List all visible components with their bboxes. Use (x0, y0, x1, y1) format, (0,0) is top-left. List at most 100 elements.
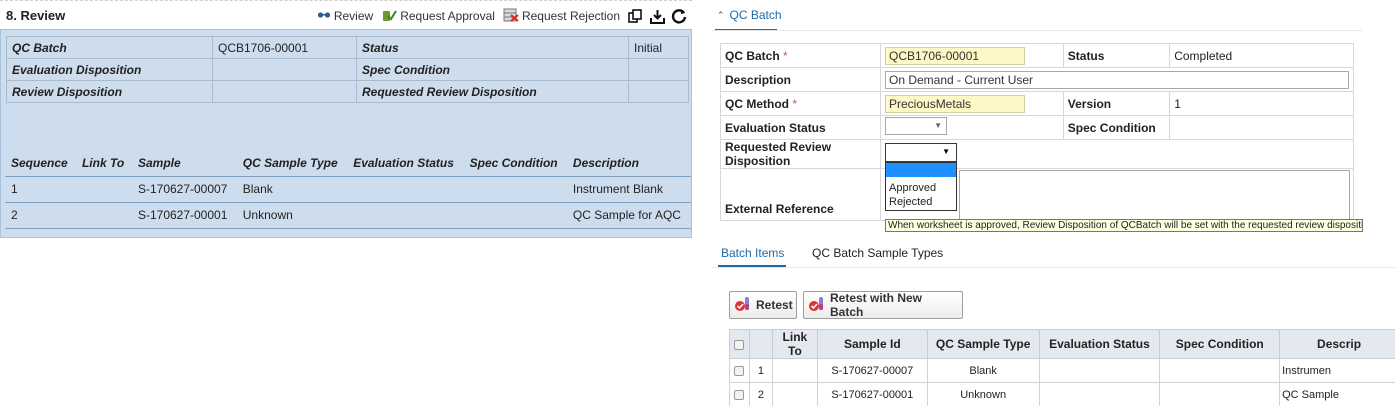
row-select-cell[interactable] (729, 358, 750, 383)
table-row[interactable]: 1 S-170627-00007 Blank Instrumen (729, 358, 1395, 383)
request-rejection-label: Request Rejection (521, 9, 620, 23)
review-button-label: Review (333, 9, 374, 23)
status-label: Status (1062, 43, 1171, 68)
cell-qc-sample-type: Unknown (926, 382, 1040, 406)
review-title: 8. Review (6, 8, 66, 23)
retest-button[interactable]: Retest (729, 291, 797, 319)
approval-icon (381, 8, 400, 25)
info-label: Review Disposition (6, 80, 213, 103)
cell-qc-sample-type: Blank (236, 176, 348, 203)
select-all-checkbox[interactable] (734, 339, 745, 350)
tab-batch-items[interactable]: Batch Items (721, 246, 784, 260)
cell-sample-id: S-170627-00007 (816, 358, 928, 383)
request-rejection-button[interactable]: Request Rejection (499, 5, 624, 27)
table-row[interactable]: 2 S-170627-00001 Unknown QC Sample (729, 382, 1395, 406)
tab-active-underline (718, 265, 786, 267)
dropdown-option-approved[interactable]: Approved (886, 182, 956, 196)
column-header (748, 329, 773, 359)
info-value (628, 80, 689, 103)
table-row[interactable]: 2 S-170627-00001 Unknown QC Sample for AQC (5, 202, 691, 229)
row-select-cell[interactable] (729, 382, 750, 406)
refresh-icon[interactable] (668, 5, 690, 27)
column-header: Link To (771, 329, 818, 359)
tab-qc-batch-sample-types[interactable]: QC Batch Sample Types (812, 246, 943, 260)
request-approval-label: Request Approval (400, 9, 495, 23)
chevron-down-icon: ▼ (934, 121, 942, 130)
qc-batch-field[interactable]: QCB1706-00001 (885, 46, 1025, 65)
description-label: Description (720, 67, 881, 92)
dropdown-option-blank[interactable] (886, 163, 956, 177)
chevron-down-icon: ▼ (942, 147, 950, 156)
external-reference-textarea[interactable] (959, 170, 1350, 220)
cell-sample-id: S-170627-00001 (816, 382, 928, 406)
qc-batch-section-toggle[interactable]: ⌃ QC Batch (717, 0, 782, 30)
info-row: QC Batch QCB1706-00001 Status Initial (6, 36, 689, 59)
row-checkbox[interactable] (734, 389, 745, 400)
required-marker: * (783, 48, 788, 63)
cell-spec-condition (463, 176, 567, 203)
review-button[interactable]: Review (313, 5, 377, 27)
qc-batch-section-title: QC Batch (729, 8, 782, 22)
info-value (212, 58, 357, 81)
status-value: Completed (1169, 43, 1354, 68)
info-label: Spec Condition (356, 58, 629, 81)
retest-with-new-batch-button[interactable]: Retest with New Batch (803, 291, 963, 319)
chevron-up-icon: ⌃ (717, 9, 725, 20)
table-row[interactable]: 1 S-170627-00007 Blank Instrument Blank (5, 176, 691, 203)
glasses-icon (317, 9, 334, 23)
info-label: QC Batch (6, 36, 213, 59)
info-row: Review Disposition Requested Review Dispo… (6, 80, 689, 103)
version-value: 1 (1169, 91, 1354, 116)
cell-sample: S-170627-00007 (131, 176, 237, 203)
column-header: Evaluation Status (1038, 329, 1161, 359)
qc-method-field[interactable]: PreciousMetals (885, 94, 1025, 113)
tooltip: When worksheet is approved, Review Dispo… (885, 219, 1363, 232)
cell-link-to (771, 382, 818, 406)
column-header: Sample Id (816, 329, 928, 359)
cell-sequence: 1 (5, 176, 76, 203)
info-row: Evaluation Disposition Spec Condition (6, 58, 689, 81)
cell-link-to (75, 176, 132, 203)
review-info-table: QC Batch QCB1706-00001 Status Initial Evalua… (6, 36, 689, 103)
review-items-table: Sequence Link To Sample QC Sample Type Evalu… (5, 150, 691, 229)
qc-batch-label: QC Batch * (720, 43, 881, 68)
cell-evaluation-status (347, 202, 464, 229)
info-value (628, 58, 689, 81)
column-header: Sample (131, 150, 237, 177)
column-header: Evaluation Status (347, 150, 464, 177)
cell-evaluation-status (347, 176, 464, 203)
cell-qc-sample-type: Blank (926, 358, 1040, 383)
cell-description: Instrumen (1279, 358, 1395, 383)
cell-sequence: 2 (5, 202, 76, 229)
review-header: 8. Review Review Request Approval Reques… (0, 0, 692, 28)
spec-condition-label: Spec Condition (1062, 115, 1171, 140)
column-header: QC Sample Type (926, 329, 1040, 359)
dropdown-option-rejected[interactable]: Rejected (886, 196, 956, 210)
section-divider (712, 30, 1362, 31)
required-marker: * (792, 96, 798, 111)
requested-review-disposition-label: Requested Review Disposition (720, 139, 881, 169)
select-all-header[interactable] (729, 329, 750, 359)
cell-qc-sample-type: Unknown (236, 202, 348, 229)
column-header: Descrip (1279, 329, 1395, 359)
info-label: Status (356, 36, 629, 59)
copy-icon[interactable] (624, 5, 646, 27)
cell-description: QC Sample for AQC (566, 202, 691, 229)
request-approval-button[interactable]: Request Approval (377, 5, 499, 27)
retest-new-batch-icon (808, 295, 830, 316)
info-label: Requested Review Disposition (356, 80, 629, 103)
evaluation-status-select[interactable]: ▼ (885, 117, 947, 135)
spec-condition-value (1169, 115, 1354, 140)
cell-spec-condition (1159, 358, 1281, 383)
description-field[interactable]: On Demand - Current User (885, 70, 1349, 89)
review-panel: 8. Review Review Request Approval Reques… (0, 0, 692, 238)
requested-review-disposition-select[interactable]: ▼ (885, 143, 957, 162)
retest-icon (734, 295, 756, 316)
cell-link-to (771, 358, 818, 383)
review-toolbar: Review Request Approval Request Rejectio… (313, 5, 690, 27)
row-checkbox[interactable] (734, 365, 745, 376)
review-body: QC Batch QCB1706-00001 Status Initial Evalua… (0, 29, 692, 238)
download-icon[interactable] (646, 5, 668, 27)
cell-evaluation-status (1038, 382, 1161, 406)
retest-label: Retest (756, 298, 793, 312)
